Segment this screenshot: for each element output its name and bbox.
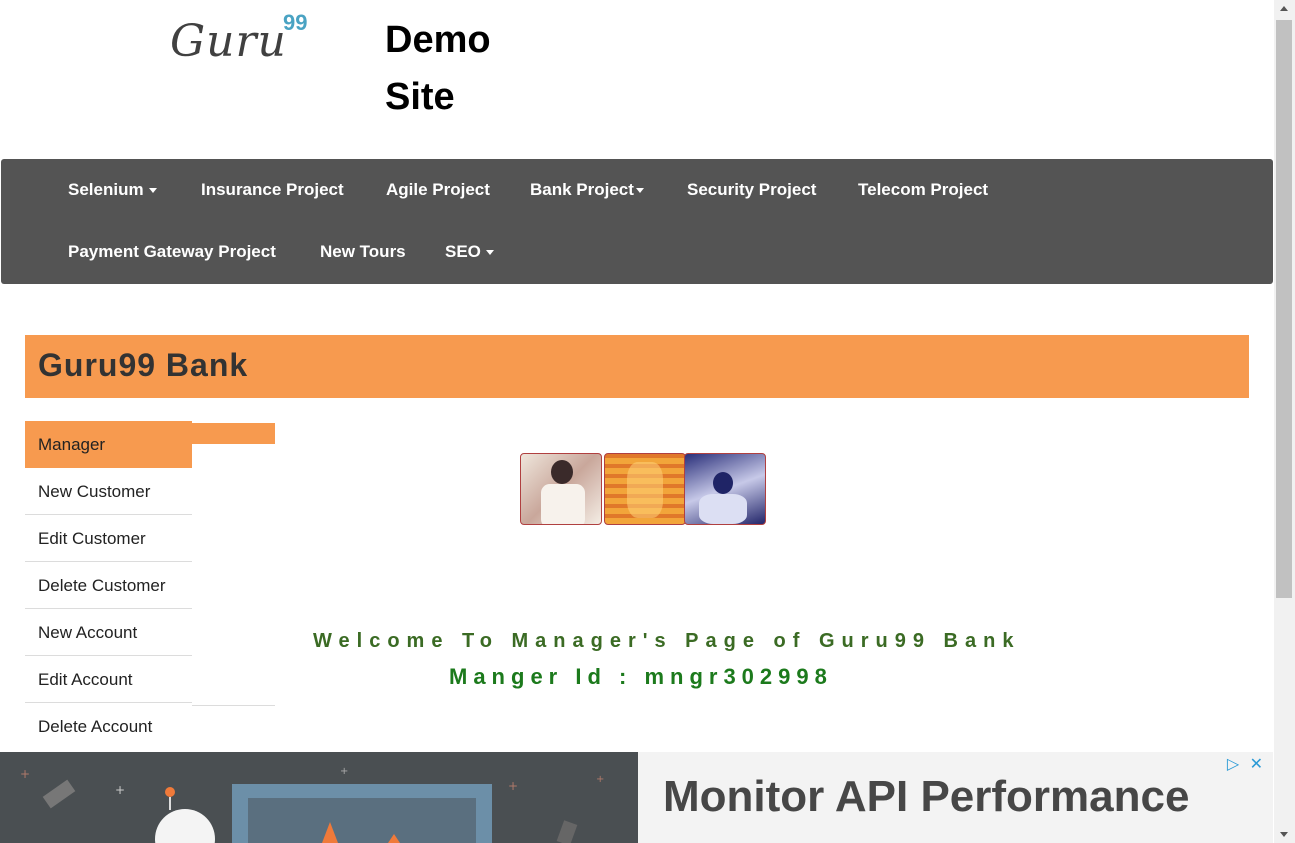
chevron-down-icon — [485, 250, 494, 256]
sidebar-item-delete-account[interactable]: Delete Account — [25, 703, 192, 749]
svg-text:+: + — [596, 774, 604, 785]
sidebar-item-edit-customer[interactable]: Edit Customer — [25, 515, 192, 562]
scroll-down-icon[interactable] — [1280, 832, 1288, 837]
close-icon[interactable]: ✕ — [1250, 756, 1263, 773]
nav-agile-project[interactable]: Agile Project — [386, 180, 490, 200]
sidebar-item-delete-customer[interactable]: Delete Customer — [25, 562, 192, 609]
nav-security-project[interactable]: Security Project — [687, 180, 816, 200]
nav-selenium[interactable]: Selenium — [68, 180, 157, 200]
ad-headline[interactable]: Monitor API Performance — [663, 772, 1189, 822]
sidebar-item-edit-account[interactable]: Edit Account — [25, 656, 192, 703]
logo-word: Guru — [170, 16, 287, 67]
sidebar-divider — [192, 705, 275, 706]
svg-text:+: + — [340, 766, 348, 777]
site-title: Demo Site — [385, 19, 491, 118]
welcome-message: Welcome To Manager's Page of Guru99 Bank — [313, 630, 1021, 652]
nav-seo[interactable]: SEO — [445, 242, 494, 262]
manager-sidebar: Manager New Customer Edit Customer Delet… — [25, 421, 192, 749]
guru99-logo[interactable]: Guru 99 — [170, 6, 320, 68]
svg-text:+: + — [115, 783, 125, 797]
chevron-down-icon — [635, 188, 644, 194]
sidebar-item-manager[interactable]: Manager — [25, 421, 192, 468]
sidebar-item-new-account[interactable]: New Account — [25, 609, 192, 656]
bank-title-bar: Guru99 Bank — [25, 335, 1249, 398]
main-navbar: Selenium Insurance Project Agile Project… — [1, 159, 1273, 284]
bank-title: Guru99 Bank — [38, 347, 249, 383]
bank-banner-images — [520, 449, 766, 525]
manager-id: Manger Id : mngr302998 — [449, 664, 833, 689]
logo-superscript: 99 — [283, 10, 308, 35]
nav-new-tours[interactable]: New Tours — [320, 242, 406, 262]
ad-illustration: + + + + + — [0, 752, 638, 843]
coins-photo — [604, 453, 686, 525]
page-scrollbar[interactable] — [1274, 0, 1295, 843]
chevron-down-icon — [148, 188, 157, 194]
svg-text:+: + — [20, 767, 30, 781]
adchoices-icon[interactable]: ▷ — [1227, 756, 1239, 773]
sidebar-item-new-customer[interactable]: New Customer — [25, 468, 192, 515]
ad-banner[interactable]: + + + + + Monitor API Performance ▷ ✕ — [0, 752, 1273, 843]
sidebar-accent-strip — [192, 423, 275, 444]
nav-insurance-project[interactable]: Insurance Project — [201, 180, 344, 200]
scroll-thumb[interactable] — [1276, 20, 1292, 598]
businessman-photo — [520, 453, 602, 525]
nav-telecom-project[interactable]: Telecom Project — [858, 180, 988, 200]
scroll-up-icon[interactable] — [1280, 6, 1288, 11]
woman-at-desk-photo — [684, 453, 766, 525]
nav-bank-project[interactable]: Bank Project — [530, 180, 644, 200]
nav-payment-gateway-project[interactable]: Payment Gateway Project — [68, 242, 276, 262]
ad-controls: ▷ ✕ — [1227, 754, 1263, 774]
svg-text:+: + — [508, 779, 518, 793]
